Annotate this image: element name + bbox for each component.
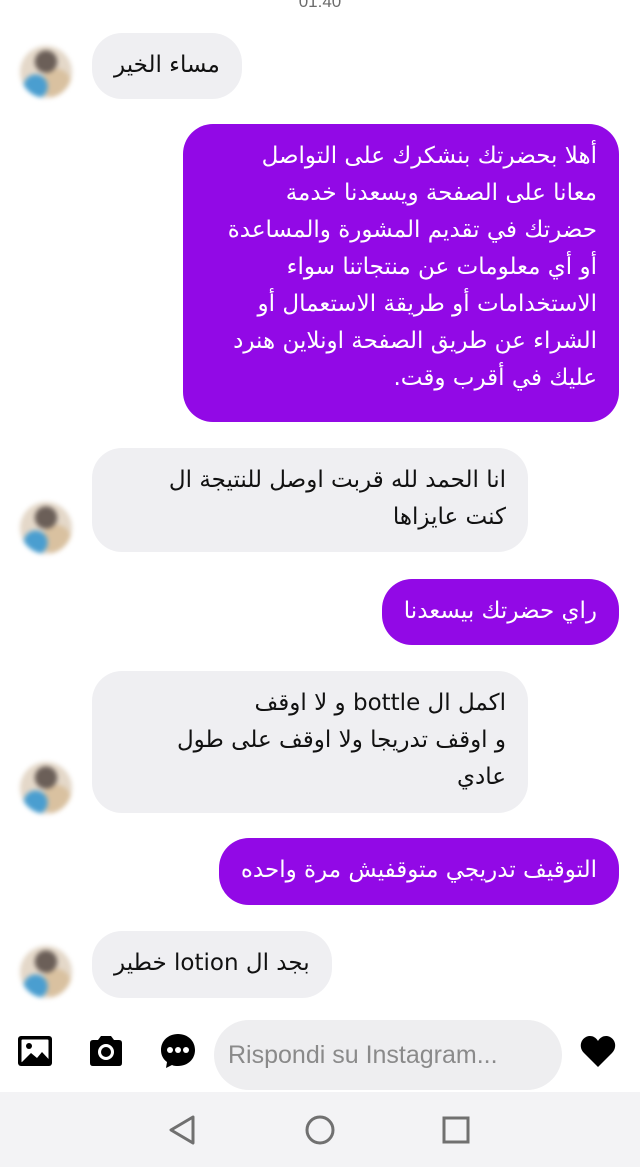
message-outgoing[interactable]: راي حضرتك بيسعدنا	[381, 579, 619, 645]
message-text: التوقيف تدريجي متوقفيش مرة واحده	[240, 857, 597, 883]
recents-icon[interactable]	[436, 1110, 476, 1150]
message-text: راي حضرتك بيسعدنا	[403, 598, 597, 624]
message-text: أهلا بحضرتك بنشكرك على التواصل معانا على…	[227, 143, 597, 391]
avatar[interactable]	[20, 762, 72, 814]
status-time: 01:40	[298, 0, 342, 11]
avatar[interactable]	[20, 946, 72, 998]
message-bubble-icon[interactable]	[158, 1031, 198, 1071]
message-incoming[interactable]: انا الحمد لله قربت اوصل للنتيجة ال كنت ع…	[92, 448, 528, 552]
heart-icon[interactable]	[578, 1031, 618, 1071]
back-icon[interactable]	[163, 1110, 203, 1150]
message-incoming[interactable]: مساء الخير	[92, 33, 242, 99]
home-icon[interactable]	[300, 1110, 340, 1150]
avatar[interactable]	[20, 46, 72, 98]
avatar[interactable]	[20, 502, 72, 554]
message-text: بجد ال lotion خطير	[114, 950, 310, 976]
message-composer	[0, 1008, 640, 1092]
reply-input[interactable]	[214, 1020, 562, 1090]
message-text: انا الحمد لله قربت اوصل للنتيجة ال كنت ع…	[168, 467, 506, 530]
message-incoming[interactable]: اكمل ال bottle و لا اوقف و اوقف تدريجا و…	[92, 671, 528, 813]
message-incoming[interactable]: بجد ال lotion خطير	[92, 931, 332, 998]
camera-icon[interactable]	[86, 1031, 126, 1071]
gallery-icon[interactable]	[16, 1031, 56, 1071]
message-outgoing[interactable]: أهلا بحضرتك بنشكرك على التواصل معانا على…	[183, 124, 619, 422]
message-text: مساء الخير	[114, 52, 220, 78]
message-outgoing[interactable]: التوقيف تدريجي متوقفيش مرة واحده	[218, 838, 619, 905]
system-navigation-bar	[0, 1092, 640, 1167]
message-text: اكمل ال bottle و لا اوقف و اوقف تدريجا و…	[176, 690, 506, 790]
